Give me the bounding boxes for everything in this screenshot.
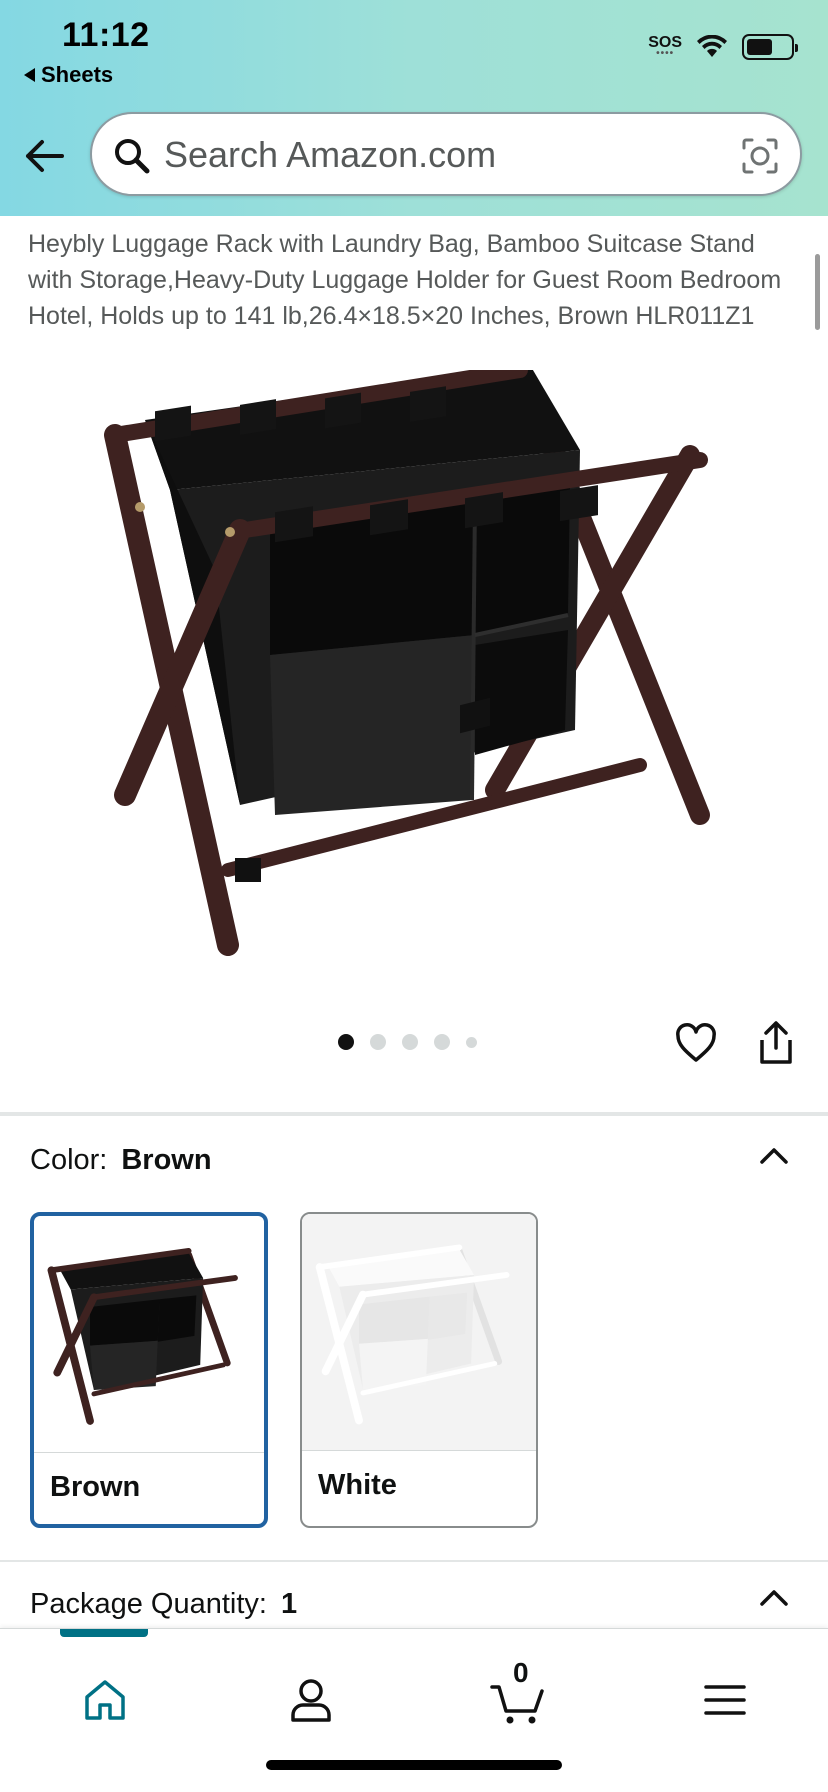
white-swatch-image — [302, 1214, 536, 1450]
signal-dots-icon: •••• — [656, 48, 675, 59]
home-indicator[interactable] — [266, 1760, 562, 1770]
brown-swatch-image — [47, 1247, 238, 1425]
share-icon[interactable] — [756, 1020, 796, 1066]
sos-indicator: SOS •••• — [648, 35, 682, 59]
cart-count-badge: 0 — [513, 1657, 529, 1688]
package-quantity-text: Package Quantity: — [30, 1588, 267, 1620]
search-bar[interactable] — [90, 112, 802, 196]
back-app-label: Sheets — [41, 62, 114, 87]
carousel-dot[interactable] — [466, 1036, 477, 1048]
back-arrow-icon[interactable] — [22, 134, 66, 178]
color-label-text: Color: — [30, 1144, 108, 1176]
account-icon[interactable] — [286, 1675, 336, 1725]
status-time: 11:12 — [62, 16, 150, 54]
swatch-label-white: White — [318, 1469, 397, 1501]
product-image[interactable] — [100, 370, 730, 970]
carousel-dot[interactable] — [370, 1034, 386, 1050]
color-selected-value: Brown — [121, 1144, 212, 1176]
swatch-label-brown: Brown — [50, 1471, 141, 1503]
active-tab-indicator — [60, 1629, 148, 1637]
status-indicators: SOS •••• — [648, 34, 798, 60]
image-carousel-dots[interactable] — [338, 1034, 477, 1050]
home-icon[interactable] — [80, 1675, 130, 1725]
camera-lens-icon[interactable] — [740, 136, 780, 176]
section-divider — [0, 1112, 828, 1116]
search-icon — [115, 139, 150, 174]
chevron-up-icon[interactable] — [758, 1144, 790, 1168]
heart-icon[interactable] — [674, 1022, 718, 1066]
package-quantity-label: Package Quantity: 1 — [30, 1588, 297, 1621]
search-input[interactable] — [164, 128, 704, 182]
chevron-up-icon[interactable] — [758, 1586, 790, 1610]
scrollbar — [815, 254, 820, 330]
section-divider — [0, 1560, 828, 1562]
color-label: Color: Brown — [30, 1144, 212, 1177]
color-option-white[interactable]: White — [300, 1212, 538, 1528]
carousel-dot[interactable] — [402, 1034, 418, 1050]
menu-icon[interactable] — [700, 1675, 750, 1725]
app-header: 11:12 Sheets SOS •••• — [0, 0, 828, 216]
battery-icon — [742, 34, 798, 60]
package-quantity-value: 1 — [280, 1588, 298, 1620]
carousel-dot[interactable] — [338, 1034, 354, 1050]
carousel-dot[interactable] — [434, 1034, 450, 1050]
back-triangle-icon — [24, 68, 35, 82]
back-to-app-link[interactable]: Sheets — [24, 62, 113, 88]
color-option-brown[interactable]: Brown — [30, 1212, 268, 1528]
wifi-icon — [697, 35, 727, 57]
product-title[interactable]: Heybly Luggage Rack with Laundry Bag, Ba… — [28, 226, 796, 334]
